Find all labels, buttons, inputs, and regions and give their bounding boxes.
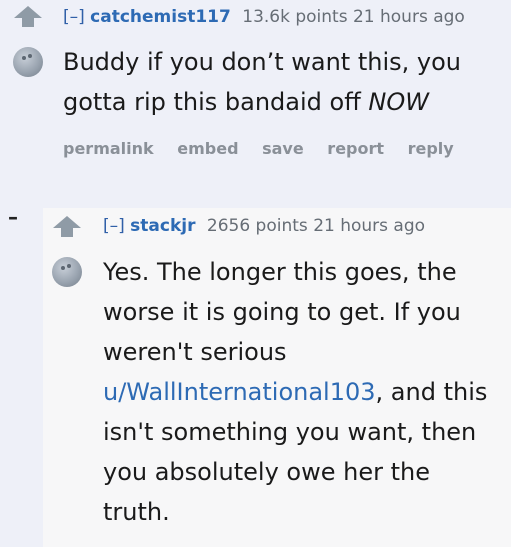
comment-author[interactable]: stackjr: [130, 216, 195, 236]
comment-line: isn't something you want, then: [103, 418, 477, 446]
comment-line: weren't serious: [103, 338, 287, 366]
save-button[interactable]: save: [262, 139, 304, 158]
comment-time: 21 hours ago: [352, 7, 465, 27]
comment-text: Yes. The longer this goes, the worse it …: [103, 252, 487, 532]
comment-line: gotta rip this bandaid off NOW: [63, 88, 429, 116]
collapse-toggle[interactable]: [–]: [103, 216, 125, 236]
comment-action-buttons: permalink embed save report reply: [63, 139, 472, 158]
downvote-ball-icon[interactable]: [13, 47, 43, 77]
comment-score: 2656 points: [206, 216, 308, 236]
permalink-button[interactable]: permalink: [63, 139, 154, 158]
reply-button[interactable]: reply: [408, 139, 454, 158]
user-mention-link[interactable]: u/WallInternational103: [103, 378, 376, 406]
comment-tagline: [–] stackjr 2656 points 21 hours ago: [103, 216, 425, 236]
collapse-toggle[interactable]: [–]: [63, 7, 85, 27]
thread-collapse-toggle[interactable]: –: [8, 205, 18, 229]
comment-line: worse it is going to get. If you: [103, 298, 461, 326]
comment-tagline: [–] catchemist117 13.6k points 21 hours …: [63, 7, 465, 27]
comment-text: Buddy if you don’t want this, you gotta …: [63, 42, 461, 122]
comment-time: 21 hours ago: [313, 216, 426, 236]
comment-author[interactable]: catchemist117: [90, 7, 231, 27]
report-button[interactable]: report: [327, 139, 384, 158]
comment-line: Buddy if you don’t want this, you: [63, 48, 461, 76]
comment-score: 13.6k points: [242, 7, 348, 27]
upvote-arrow-icon[interactable]: [14, 6, 42, 27]
comment-line: Yes. The longer this goes, the: [103, 258, 457, 286]
upvote-arrow-icon[interactable]: [53, 216, 81, 237]
comment-line: u/WallInternational103, and this: [103, 378, 488, 406]
comment-line: truth.: [103, 498, 170, 526]
downvote-ball-icon[interactable]: [52, 257, 82, 287]
comment-line: you absolutely owe her the: [103, 458, 430, 486]
embed-button[interactable]: embed: [177, 139, 238, 158]
